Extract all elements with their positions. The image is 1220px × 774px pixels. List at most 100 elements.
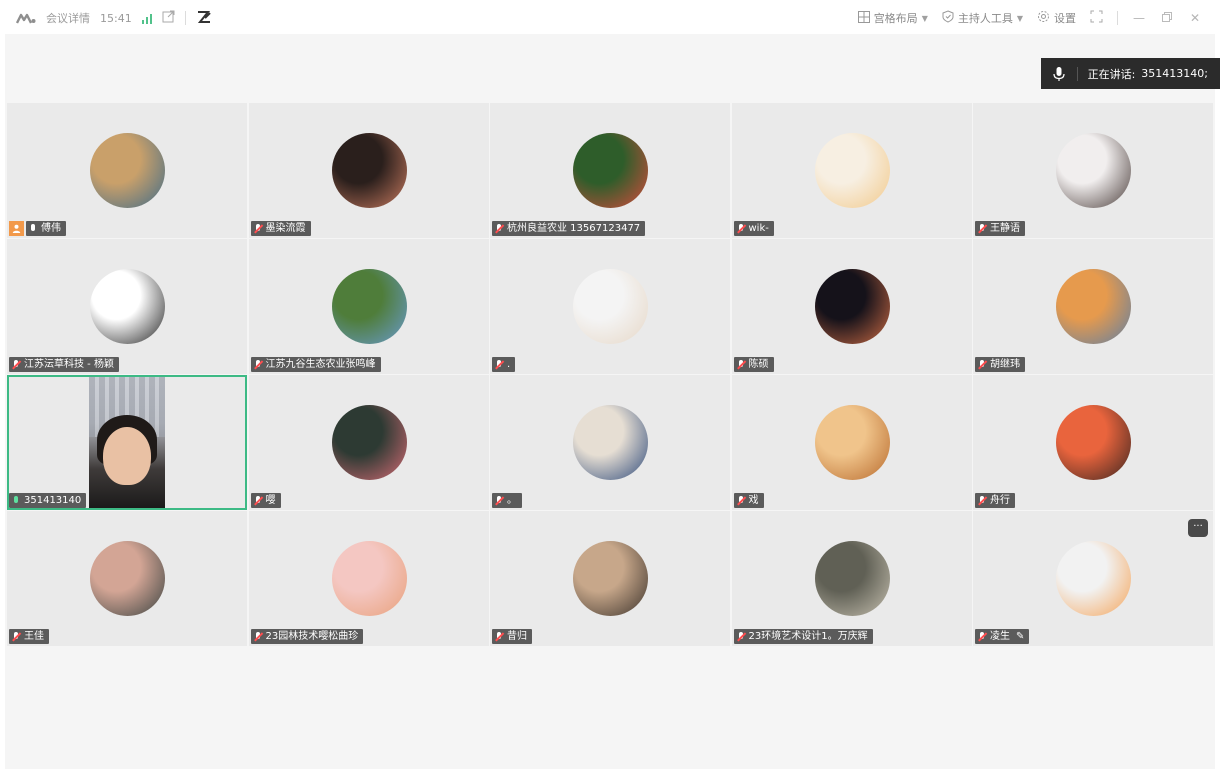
participant-avatar [573, 405, 648, 480]
participant-tile[interactable]: 23环境艺术设计1。万庆辉 [731, 511, 972, 646]
participant-tile[interactable]: 凌生 ✎ ··· [973, 511, 1213, 646]
participant-name-tag: 陈硕 [733, 357, 774, 372]
minimize-icon[interactable]: — [1132, 11, 1146, 25]
participant-name: . [507, 359, 511, 370]
participant-video [89, 377, 165, 508]
speaking-label: 正在讲话: [1087, 67, 1136, 81]
participant-tile[interactable]: 陈硕 [731, 239, 972, 374]
participant-avatar [814, 541, 890, 616]
participant-tile[interactable]: 嘤 [248, 375, 489, 510]
participant-name: 王静语 [990, 223, 1020, 234]
participant-name-tag: 戏 [733, 493, 764, 508]
grid-layout-icon [857, 10, 870, 26]
speaking-indicator: 正在讲话: 351413140; [1040, 58, 1220, 89]
more-options-button[interactable]: ··· [1188, 519, 1208, 537]
app-logo-icon [15, 12, 36, 24]
layout-button[interactable]: 宫格布局 ▼ [857, 10, 928, 26]
mic-muted-icon [12, 631, 20, 642]
speaking-name: 351413140; [1141, 67, 1208, 80]
participant-avatar [331, 133, 407, 208]
participant-tile[interactable]: wik- [731, 103, 972, 238]
shield-icon [942, 10, 954, 26]
participant-name-tag: 舟行 [975, 493, 1015, 508]
participant-name-tag: 351413140 [9, 493, 87, 508]
participant-avatar [1056, 541, 1131, 616]
mic-icon [29, 223, 37, 234]
host-tools-button[interactable]: 主持人工具 ▼ [942, 10, 1023, 26]
participant-avatar [331, 405, 407, 480]
participant-tile[interactable]: 江苏九谷生态农业张鸣峰 [248, 239, 489, 374]
mic-icon [12, 495, 20, 506]
participant-name: 戏 [748, 495, 759, 506]
participant-name: 凌生 [990, 631, 1010, 642]
participant-tile[interactable]: 江苏沄草科技 - 杨颖 [7, 239, 247, 374]
title-bar: 会议详情 15:41 宫格布局 ▼ 主持人工具 ▼ 设置 — ✕ [0, 0, 1220, 34]
settings-button[interactable]: 设置 [1037, 10, 1076, 26]
participant-name-tag: 江苏九谷生态农业张鸣峰 [250, 357, 381, 372]
participant-name: 陈硕 [748, 359, 769, 370]
host-tools-label: 主持人工具 [957, 12, 1013, 25]
share-external-icon[interactable] [162, 10, 175, 26]
participant-name: 墨染流霞 [265, 223, 306, 234]
participant-tile[interactable]: 351413140 [7, 375, 247, 510]
participant-name-tag: 江苏沄草科技 - 杨颖 [9, 357, 119, 372]
participant-name-tag: 23园林技术嘤松曲珍 [250, 629, 364, 644]
mic-muted-icon [254, 223, 262, 234]
toolbar-divider [1117, 11, 1118, 25]
participant-tile[interactable]: 杭州良益农业 13567123477 [490, 103, 730, 238]
participant-avatar [814, 133, 890, 208]
mic-muted-icon [254, 359, 262, 370]
participant-tile[interactable]: 王佳 [7, 511, 247, 646]
participant-name: 江苏九谷生态农业张鸣峰 [265, 359, 376, 370]
chevron-down-icon: ▼ [1016, 13, 1023, 23]
mic-muted-icon [978, 631, 986, 642]
participant-avatar [90, 133, 165, 208]
participant-name-tag: wik- [733, 221, 774, 236]
participant-name: 杭州良益农业 13567123477 [507, 223, 641, 234]
pen-icon: ✎ [1016, 631, 1025, 642]
participant-name-tag: 嘤 [250, 493, 281, 508]
mic-muted-icon [495, 631, 503, 642]
chevron-down-icon: ▼ [921, 13, 928, 23]
participant-tile[interactable]: 23园林技术嘤松曲珍 [248, 511, 489, 646]
participant-name: 王佳 [24, 631, 44, 642]
participant-tile[interactable]: 傅伟 [7, 103, 247, 238]
participant-tile[interactable]: . [490, 239, 730, 374]
participant-name-tag: 。 [492, 493, 522, 508]
participant-avatar [331, 541, 407, 616]
mic-muted-icon [737, 631, 745, 642]
participant-tile[interactable]: 墨染流霞 [248, 103, 489, 238]
whiteboard-icon[interactable] [196, 10, 212, 27]
restore-icon[interactable] [1160, 11, 1174, 25]
participant-name: 江苏沄草科技 - 杨颖 [24, 359, 114, 370]
fullscreen-icon[interactable] [1090, 10, 1103, 26]
participant-name-tag: 胡继玮 [975, 357, 1025, 372]
participant-tile[interactable]: 昔归 [490, 511, 730, 646]
mic-muted-icon [737, 223, 745, 234]
participant-name-tag: 王佳 [9, 629, 49, 644]
participant-name: 23园林技术嘤松曲珍 [265, 631, 359, 642]
mic-muted-icon [254, 631, 262, 642]
participant-name: 舟行 [990, 495, 1010, 506]
participant-tile[interactable]: 王静语 [973, 103, 1213, 238]
mic-muted-icon [978, 223, 986, 234]
signal-strength-icon[interactable] [141, 12, 152, 24]
mic-muted-icon [737, 495, 745, 506]
participant-tile[interactable]: 戏 [731, 375, 972, 510]
meeting-details-link[interactable]: 会议详情 [46, 10, 90, 26]
participant-tile[interactable]: 舟行 [973, 375, 1213, 510]
participant-name-tag: 王静语 [975, 221, 1025, 236]
microphone-icon [1051, 66, 1067, 82]
participant-avatar [814, 405, 890, 480]
participant-avatar [331, 269, 407, 344]
mic-muted-icon [12, 359, 20, 370]
participant-avatar [1056, 133, 1131, 208]
participant-name-tag: 23环境艺术设计1。万庆辉 [733, 629, 873, 644]
close-icon[interactable]: ✕ [1188, 11, 1202, 25]
participant-avatar [573, 133, 648, 208]
participant-tile[interactable]: 。 [490, 375, 730, 510]
participant-name: wik- [748, 223, 769, 234]
participant-tile[interactable]: 胡继玮 [973, 239, 1213, 374]
participant-name: 嘤 [265, 495, 276, 506]
participant-avatar [90, 269, 165, 344]
